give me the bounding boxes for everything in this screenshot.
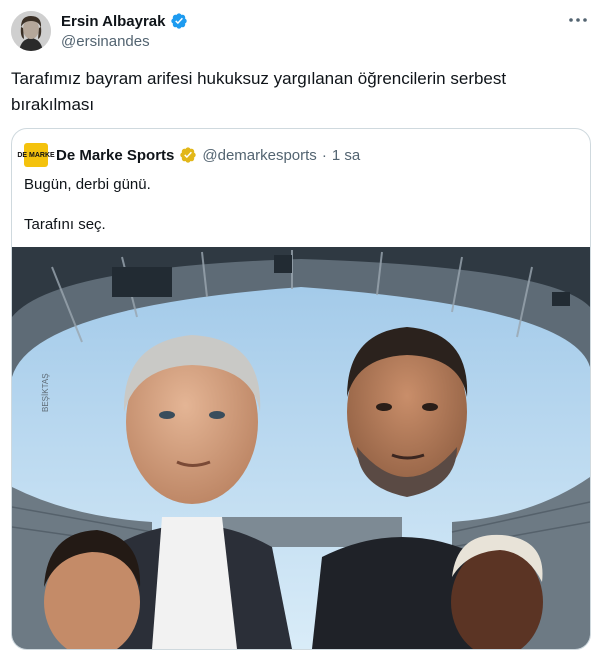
stadium-poster-illustration: BEŞİKTAŞ	[12, 247, 590, 649]
gold-verified-badge-icon	[179, 146, 197, 164]
quoted-tweet-card[interactable]: DE MARKE De Marke Sports @demarkesports …	[11, 128, 591, 650]
profile-avatar-icon	[11, 11, 51, 51]
quoted-display-name[interactable]: De Marke Sports	[56, 147, 174, 164]
author-display-name[interactable]: Ersin Albayrak	[61, 13, 166, 30]
quoted-text-line: Bugün, derbi günü.	[24, 176, 151, 193]
verified-badge-icon	[170, 12, 188, 30]
stadium-watermark: BEŞİKTAŞ	[41, 373, 50, 412]
quoted-logo-text: DE MARKE	[17, 151, 55, 159]
quoted-media-image[interactable]: BEŞİKTAŞ	[12, 247, 590, 649]
quoted-timestamp[interactable]: 1 sa	[332, 147, 360, 164]
author-handle[interactable]: @ersinandes	[61, 33, 150, 50]
tweet-text: Tarafımız bayram arifesi hukuksuz yargıl…	[11, 69, 507, 114]
quoted-separator: ·	[321, 146, 327, 164]
quoted-account-logo[interactable]: DE MARKE	[17, 143, 55, 167]
quoted-tweet-header: DE MARKE De Marke Sports @demarkesports …	[17, 143, 360, 167]
quoted-handle[interactable]: @demarkesports	[202, 147, 316, 164]
quoted-text-line: Tarafını seç.	[24, 216, 106, 233]
author-avatar[interactable]	[11, 11, 51, 51]
author-name-row: Ersin Albayrak	[61, 12, 188, 30]
quoted-tweet-text: Bugün, derbi günü. Tarafını seç.	[24, 175, 151, 235]
more-options-icon[interactable]	[566, 10, 590, 30]
